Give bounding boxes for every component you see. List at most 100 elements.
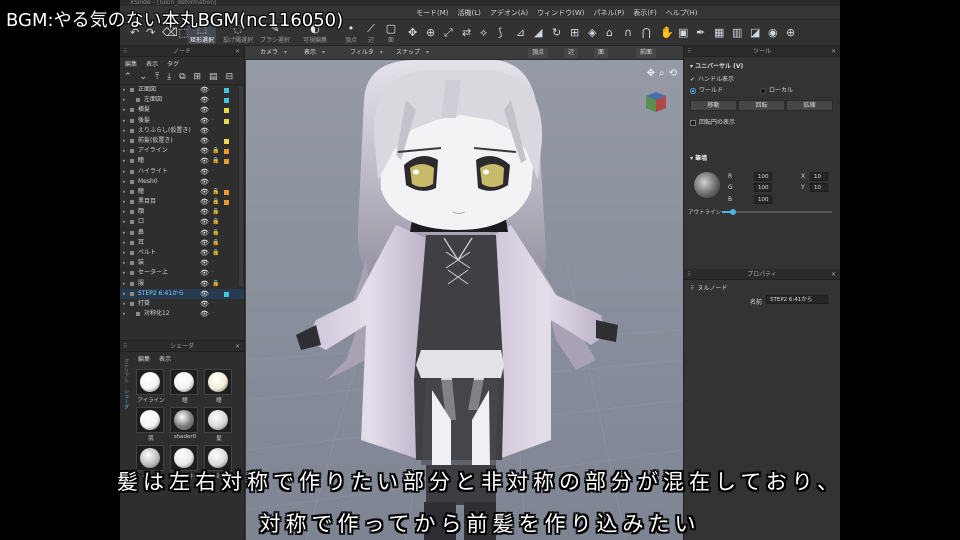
visibility-eye-icon[interactable]: 👁 <box>200 136 209 146</box>
sym-icon[interactable]: ◈ <box>588 26 596 39</box>
view-menu[interactable]: 表示 ▾ <box>300 48 329 58</box>
node-row[interactable]: ▸ 後髪 👁 · <box>120 116 244 126</box>
node-row[interactable]: ▸ ハイライト 👁 · <box>120 167 244 177</box>
snap-menu[interactable]: スナップ ▾ <box>392 48 433 58</box>
unlock-icon[interactable]: · <box>212 116 214 126</box>
paint-icon[interactable]: ✒ <box>696 26 705 39</box>
expand-arrow-icon[interactable]: ▸ <box>123 146 126 156</box>
node-row[interactable]: ▸ 顔 👁 🔒 <box>120 207 244 217</box>
shader-thumbnail[interactable]: 瞳 <box>204 369 234 405</box>
zoom-icon[interactable]: ⌕ <box>659 68 665 79</box>
node-row[interactable]: ▸ 耳 👁 🔒 <box>120 238 244 248</box>
node-row[interactable]: ▸ STEP2 6:41から 👁 · <box>120 288 244 299</box>
unlock-icon[interactable]: · <box>212 167 214 177</box>
lock-icon[interactable]: 🔒 <box>212 156 219 166</box>
unlock-icon[interactable]: · <box>212 105 214 115</box>
visibility-eye-icon[interactable]: 👁 <box>200 248 209 258</box>
lock-icon[interactable]: 🔒 <box>212 238 219 248</box>
node-row[interactable]: ▸ 左面図 👁 · <box>120 95 244 105</box>
close-icon[interactable]: ✕ <box>831 269 836 280</box>
node-row[interactable]: ▸ 黒目目 👁 🔒 <box>120 197 244 207</box>
expand-arrow-icon[interactable]: ▸ <box>123 95 126 105</box>
g-input[interactable]: 100 <box>754 183 772 192</box>
visibility-eye-icon[interactable]: 👁 <box>200 105 209 115</box>
rotate-icon[interactable]: ⤢ <box>444 26 453 40</box>
unlock-icon[interactable]: · <box>212 177 214 187</box>
extrude-icon[interactable]: ⊿ <box>516 26 525 39</box>
knife-icon[interactable]: ⟆ <box>498 26 502 39</box>
lock-icon[interactable]: 🔒 <box>212 207 219 217</box>
expand-arrow-icon[interactable]: ▸ <box>123 279 126 289</box>
handle-toggle[interactable]: ✓ ハンドル表示 <box>690 74 734 83</box>
grip-icon[interactable]: ⠿ <box>687 269 691 280</box>
menu-item[interactable]: ウィンドウ(W) <box>537 8 584 18</box>
node-menu-tag[interactable]: タグ <box>167 59 179 68</box>
edge-filter-button[interactable]: 辺 <box>564 48 579 58</box>
menu-item[interactable]: モード(M) <box>416 8 449 18</box>
lock-icon[interactable]: 🔒 <box>212 279 219 289</box>
expand-arrow-icon[interactable]: ▸ <box>123 177 126 187</box>
node-row[interactable]: ▸ 対称化12 👁 · <box>120 309 244 319</box>
visibility-eye-icon[interactable]: 👁 <box>200 156 209 166</box>
add-vertex-icon[interactable]: ⟡ <box>480 26 487 40</box>
scale-button[interactable]: 拡縮 <box>786 100 833 111</box>
unlock-icon[interactable]: · <box>212 299 214 309</box>
expand-arrow-icon[interactable]: ▸ <box>123 217 126 227</box>
expand-arrow-icon[interactable]: ▸ <box>123 258 126 268</box>
r-input[interactable]: 100 <box>754 172 772 181</box>
visibility-eye-icon[interactable]: 👁 <box>200 177 209 187</box>
node-row[interactable]: ▸ 服 👁 🔒 <box>120 279 244 289</box>
visibility-eye-icon[interactable]: 👁 <box>200 279 209 289</box>
shader-thumbnail[interactable]: アイライン <box>136 369 166 405</box>
visibility-eye-icon[interactable]: 👁 <box>200 146 209 156</box>
visibility-eye-icon[interactable]: 👁 <box>200 207 209 217</box>
material-icon[interactable]: ◉ <box>768 26 778 39</box>
vertex-mode-button[interactable]: • 頂点 <box>342 22 360 44</box>
visibility-eye-icon[interactable]: 👁 <box>200 85 209 95</box>
expand-arrow-icon[interactable]: ▸ <box>123 207 126 217</box>
visibility-eye-icon[interactable]: 👁 <box>200 228 209 238</box>
shader-menu-edit[interactable]: 編集 <box>138 354 150 363</box>
visibility-eye-icon[interactable]: 👁 <box>200 217 209 227</box>
grip-icon[interactable]: ⠿ <box>123 341 127 352</box>
menu-item[interactable]: パネル(P) <box>594 8 625 18</box>
copy-icon[interactable]: ⧉ <box>179 72 185 82</box>
move-icon[interactable]: ✥ <box>408 26 417 39</box>
expand-arrow-icon[interactable]: ▸ <box>123 126 126 136</box>
expand-arrow-icon[interactable]: ▸ <box>123 228 126 238</box>
front-filter-button[interactable]: 前面 <box>636 48 657 58</box>
node-menu-view[interactable]: 表示 <box>146 59 158 68</box>
unlock-icon[interactable]: · <box>212 268 214 278</box>
collapse-icon[interactable]: ⌃ <box>124 72 132 82</box>
visibility-eye-icon[interactable]: 👁 <box>200 289 209 299</box>
loop-icon[interactable]: ↻ <box>552 26 561 39</box>
expand-arrow-icon[interactable]: ▸ <box>123 85 126 95</box>
lock-icon[interactable]: 🔒 <box>212 248 219 258</box>
expand-arrow-icon[interactable]: ▸ <box>123 116 126 126</box>
visibility-eye-icon[interactable]: 👁 <box>200 126 209 136</box>
shader-thumbnail[interactable]: 瞳 <box>170 369 200 405</box>
node-row[interactable]: ▸ 装 👁 · <box>120 258 244 268</box>
plugin-icon[interactable]: ⊕ <box>786 26 795 39</box>
node-row[interactable]: ▸ 瞳 👁 🔒 <box>120 187 244 197</box>
move-button[interactable]: 移動 <box>690 100 737 111</box>
node-row[interactable]: ▸ 正面図 👁 · <box>120 85 244 95</box>
add-node-icon[interactable]: ⊞ <box>194 72 202 82</box>
visibility-eye-icon[interactable]: 👁 <box>200 299 209 309</box>
node-row[interactable]: ▸ 口 👁 🔒 <box>120 217 244 227</box>
visibility-eye-icon[interactable]: 👁 <box>200 309 209 319</box>
universal-header[interactable]: ▾ ユニバーサル (V) <box>690 61 743 70</box>
expand-arrow-icon[interactable]: ▸ <box>123 309 126 319</box>
tab-material[interactable]: マテリアル <box>123 358 130 383</box>
node-row[interactable]: ▸ 打掛 👁 · <box>120 299 244 309</box>
shader-thumbnail[interactable]: 髪 <box>204 407 234 443</box>
tab-shader[interactable]: シェーダ <box>123 389 130 409</box>
unlock-icon[interactable]: · <box>212 258 214 268</box>
uv-icon[interactable]: ◪ <box>750 26 760 39</box>
visibility-eye-icon[interactable]: 👁 <box>200 187 209 197</box>
expand-arrow-icon[interactable]: ▸ <box>123 105 126 115</box>
grip-icon[interactable]: ⠿ <box>687 46 691 57</box>
unlock-icon[interactable]: · <box>212 309 214 319</box>
expand-arrow-icon[interactable]: ▸ <box>123 197 126 207</box>
node-menu-edit[interactable]: 編集 <box>125 59 137 68</box>
